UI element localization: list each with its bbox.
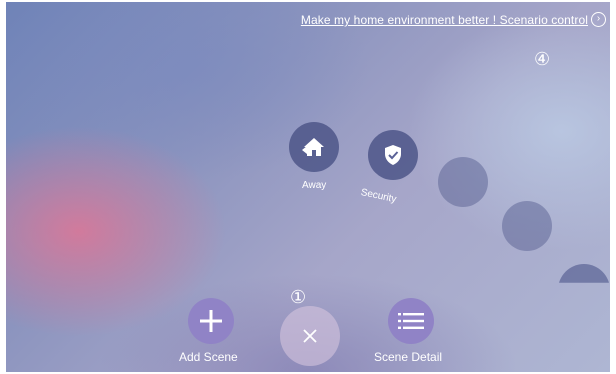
scene-security-label: Security (359, 187, 398, 206)
empty-scene-slot-partial[interactable] (558, 264, 610, 283)
close-icon (303, 329, 317, 343)
add-scene-label: Add Scene (179, 350, 238, 364)
close-button[interactable] (280, 306, 340, 366)
annotation-marker-four: ④ (534, 49, 551, 70)
scene-security-button[interactable] (368, 130, 418, 180)
annotation-marker-one: ① (290, 287, 307, 308)
chevron-right-circle-icon[interactable]: › (591, 12, 606, 27)
empty-scene-slot[interactable] (502, 201, 552, 251)
scenario-control-screen: Make my home environment better ! Scenar… (6, 2, 610, 372)
home-away-icon (302, 138, 324, 156)
scene-away-label: Away (302, 180, 327, 191)
add-scene-button[interactable] (188, 298, 234, 344)
scene-detail-label: Scene Detail (374, 350, 443, 364)
scene-away-button[interactable] (289, 122, 339, 172)
scenario-control-link[interactable]: Make my home environment better ! Scenar… (301, 13, 588, 27)
scene-detail-button[interactable] (388, 298, 434, 344)
list-icon (398, 313, 424, 329)
plus-icon (200, 310, 222, 332)
shield-check-icon (385, 145, 401, 165)
empty-scene-slot[interactable] (438, 157, 488, 207)
